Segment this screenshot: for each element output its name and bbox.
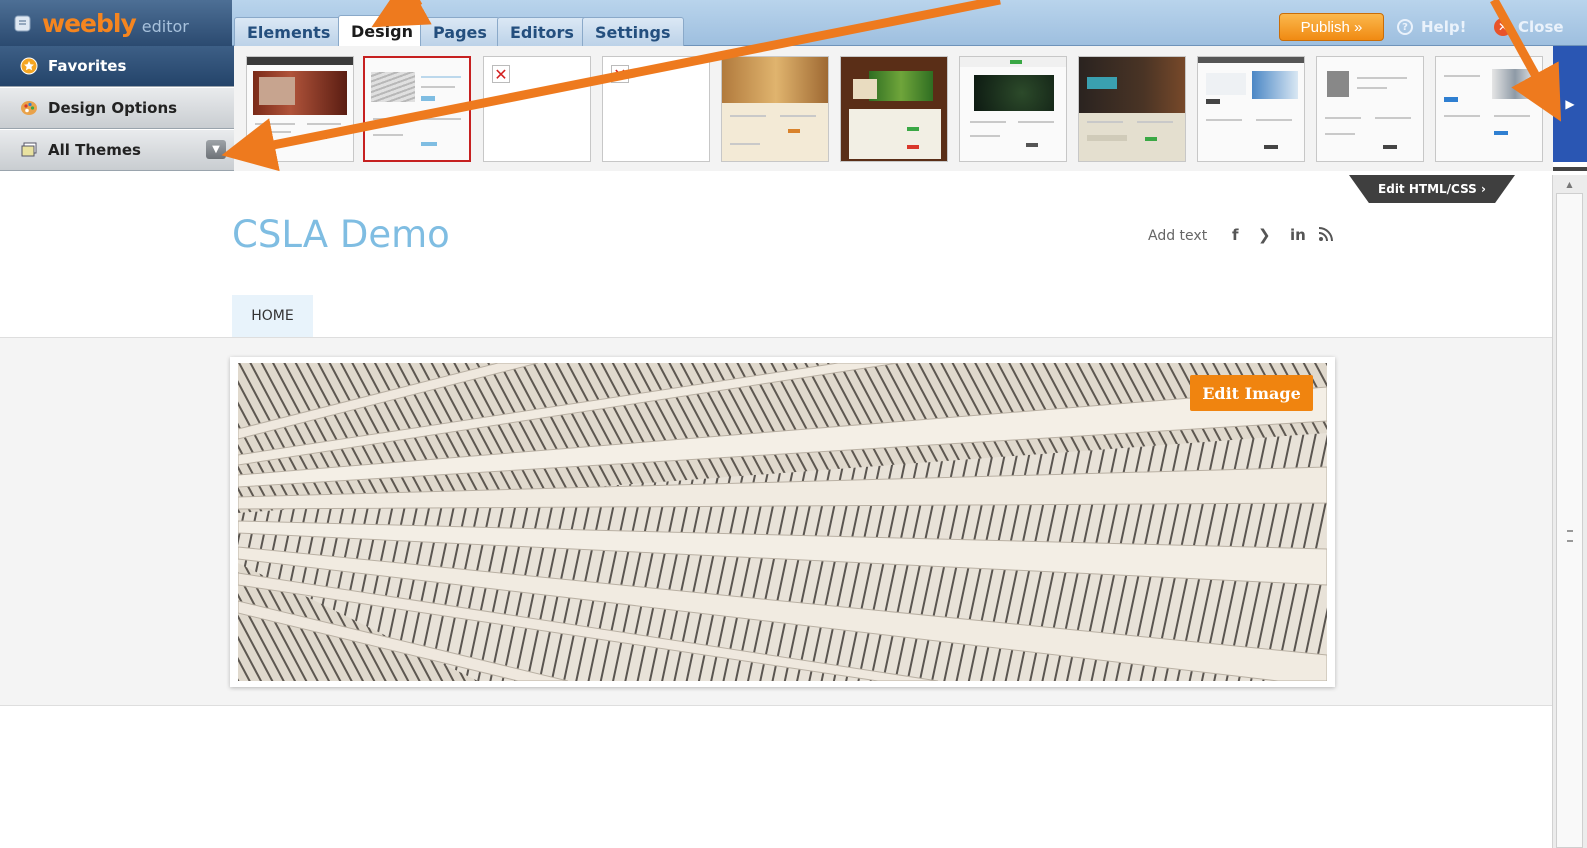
brand-name: weebly	[42, 8, 137, 38]
help-link[interactable]: ? Help!	[1397, 14, 1466, 40]
design-panel: Favorites Design Options All Themes ▼ ✕ …	[0, 46, 1587, 171]
star-icon	[20, 57, 38, 75]
themes-icon	[21, 142, 37, 157]
sidebar-item-favorites[interactable]: Favorites	[0, 46, 234, 87]
brand-logo: weebly editor	[0, 0, 232, 46]
brand-sub: editor	[141, 16, 189, 36]
scroll-thumb[interactable]	[1556, 193, 1583, 848]
page-canvas: Edit HTML/CSS › CSLA Demo Add text f ❯ i…	[0, 175, 1552, 848]
add-text-link[interactable]: Add text	[1148, 228, 1207, 244]
palette-icon	[21, 101, 37, 115]
design-sidebar: Favorites Design Options All Themes ▼	[0, 46, 234, 171]
nav-item-home[interactable]: HOME	[232, 295, 313, 337]
sidebar-item-design-options[interactable]: Design Options	[0, 88, 234, 129]
theme-thumbnail-selected[interactable]	[363, 56, 471, 162]
sidebar-item-label: Design Options	[48, 99, 178, 117]
scroll-grip-icon	[1567, 530, 1573, 542]
theme-thumbnail[interactable]	[1197, 56, 1305, 162]
rss-glyph	[1318, 227, 1333, 242]
banner-image	[238, 363, 1327, 681]
close-link[interactable]: ✕ Close	[1494, 14, 1564, 40]
theme-thumbnail[interactable]	[840, 56, 948, 162]
edit-html-css-button[interactable]: Edit HTML/CSS ›	[1349, 175, 1515, 203]
tab-elements[interactable]: Elements	[234, 17, 344, 46]
page-scrollbar[interactable]: ▲	[1552, 175, 1587, 848]
help-icon: ?	[1397, 19, 1413, 35]
editor-topbar: weebly editor Elements Design Pages Edit…	[0, 0, 1587, 47]
theme-thumbnail[interactable]	[959, 56, 1067, 162]
tab-editors[interactable]: Editors	[497, 17, 587, 46]
tab-design[interactable]: Design	[338, 15, 426, 47]
theme-thumbnail[interactable]: ✕	[602, 56, 710, 162]
theme-thumbnail[interactable]	[721, 56, 829, 162]
tab-settings[interactable]: Settings	[582, 17, 684, 46]
theme-thumbnail[interactable]	[1078, 56, 1186, 162]
theme-thumbnail[interactable]	[1316, 56, 1424, 162]
wood-ceiling-image	[238, 363, 1327, 681]
chevron-right-icon[interactable]: ▶	[1553, 46, 1587, 162]
close-label: Close	[1518, 18, 1564, 36]
sidebar-item-label: Favorites	[48, 57, 127, 75]
linkedin-icon[interactable]: in	[1290, 226, 1306, 244]
site-title[interactable]: CSLA Demo	[232, 213, 450, 256]
theme-thumbnail[interactable]	[1435, 56, 1543, 162]
theme-thumbnail[interactable]: ✕	[483, 56, 591, 162]
chevron-down-icon[interactable]: ▼	[206, 140, 226, 159]
close-icon: ✕	[1494, 18, 1512, 36]
facebook-icon[interactable]: f	[1232, 226, 1239, 244]
twitter-icon[interactable]: ❯	[1258, 226, 1271, 244]
sidebar-item-all-themes[interactable]: All Themes ▼	[0, 130, 234, 171]
theme-thumbnail[interactable]	[246, 56, 354, 162]
edit-image-button[interactable]: Edit Image	[1190, 375, 1313, 411]
banner-image-frame[interactable]	[230, 357, 1335, 687]
weebly-logo-icon	[14, 15, 31, 32]
publish-button[interactable]: Publish »	[1279, 13, 1384, 41]
rss-icon[interactable]	[1318, 226, 1334, 246]
broken-image-icon: ✕	[492, 65, 510, 84]
weebly-editor-window: weebly editor Elements Design Pages Edit…	[0, 0, 1587, 848]
broken-image-icon: ✕	[611, 65, 629, 84]
scroll-up-arrow-icon[interactable]: ▲	[1553, 177, 1586, 191]
theme-thumbnail-strip: ✕ ✕ ▶	[234, 46, 1587, 171]
help-label: Help!	[1421, 18, 1467, 36]
tab-pages[interactable]: Pages	[420, 17, 500, 46]
sidebar-item-label: All Themes	[48, 141, 141, 159]
